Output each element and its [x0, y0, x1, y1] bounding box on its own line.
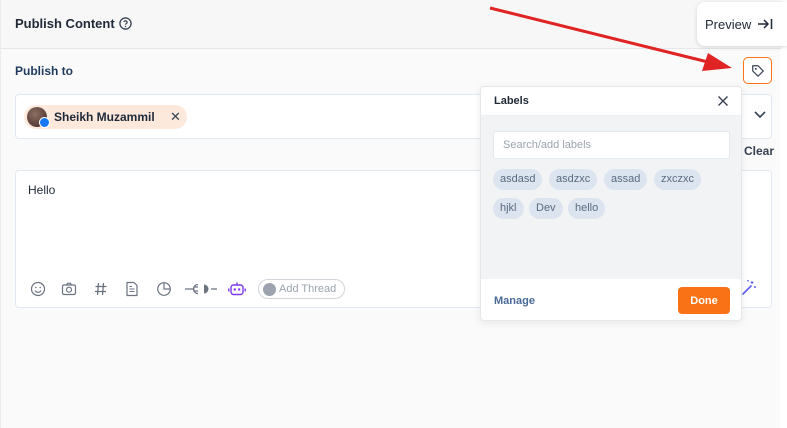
- post-text[interactable]: Hello: [28, 183, 55, 197]
- label-chip[interactable]: asdzxc: [549, 169, 598, 190]
- account-chip: Sheikh Muzammil ✕: [24, 105, 187, 129]
- arrow-to-right-icon: [758, 19, 773, 29]
- annotation-arrow-icon: [489, 6, 732, 71]
- close-icon[interactable]: [717, 95, 729, 107]
- pie-chart-icon[interactable]: [156, 281, 172, 297]
- plug-icon[interactable]: [185, 281, 217, 297]
- manage-labels-link[interactable]: Manage: [494, 295, 535, 307]
- labels-popup-header: Labels: [481, 87, 741, 116]
- labels-popup-footer: Manage Done: [481, 279, 741, 321]
- remove-account-icon[interactable]: ✕: [170, 109, 181, 125]
- tag-icon: [752, 65, 764, 77]
- account-name: Sheikh Muzammil: [54, 110, 155, 124]
- hashtag-icon[interactable]: [94, 281, 108, 297]
- chevron-down-icon[interactable]: [753, 110, 767, 120]
- search-labels-input[interactable]: [493, 131, 730, 159]
- labels-popup: Labels asdasd asdzxc assad zxczxc hjkl D…: [480, 86, 742, 321]
- add-thread-label: Add Thread: [279, 283, 337, 295]
- label-chip[interactable]: Dev: [529, 198, 563, 219]
- labels-button[interactable]: [743, 57, 772, 84]
- labels-popup-title: Labels: [494, 95, 529, 107]
- done-button[interactable]: Done: [678, 287, 730, 314]
- label-chip[interactable]: assad: [604, 169, 648, 190]
- emoji-icon[interactable]: [30, 281, 46, 297]
- robot-icon[interactable]: [228, 281, 246, 297]
- label-chip[interactable]: asdasd: [493, 169, 543, 190]
- publish-to-label: Publish to: [15, 64, 73, 78]
- clear-button[interactable]: Clear: [744, 144, 774, 158]
- camera-icon[interactable]: [61, 281, 77, 297]
- magic-wand-icon[interactable]: [740, 279, 758, 297]
- facebook-badge-icon: [39, 117, 50, 128]
- label-chip[interactable]: hjkl: [493, 198, 524, 219]
- document-icon[interactable]: [125, 281, 139, 297]
- page-title: Publish Content: [15, 16, 115, 31]
- label-chip[interactable]: zxczxc: [654, 169, 701, 190]
- label-chip[interactable]: hello: [568, 198, 606, 219]
- help-circle-icon[interactable]: [119, 17, 132, 30]
- labels-popup-body: asdasd asdzxc assad zxczxc hjkl Dev hell…: [481, 116, 741, 279]
- add-thread-button[interactable]: Add Thread: [258, 279, 345, 299]
- thread-icon: [263, 283, 276, 296]
